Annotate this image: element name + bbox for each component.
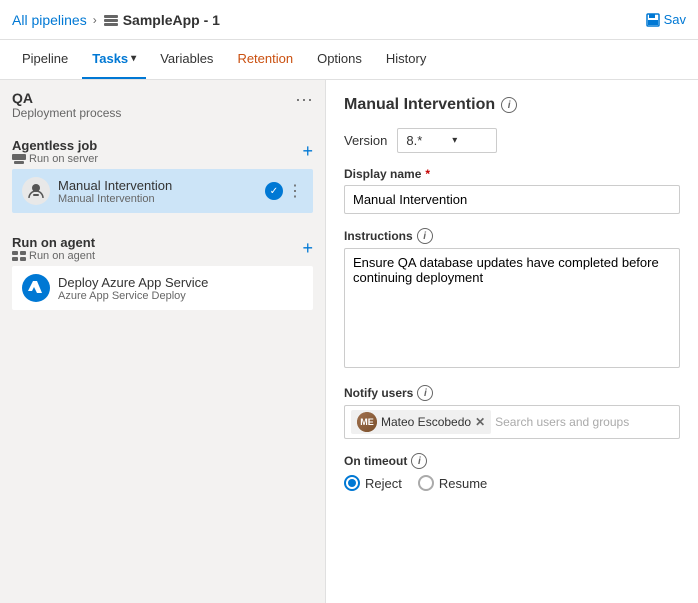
manual-intervention-name: Manual Intervention xyxy=(58,178,257,193)
pipeline-icon xyxy=(103,12,119,28)
on-timeout-field: On timeout i Reject Resume xyxy=(344,453,680,491)
timeout-info-icon[interactable]: i xyxy=(411,453,427,469)
left-panel: QA Deployment process ··· Agentless job … xyxy=(0,80,326,603)
pipeline-title: SampleApp - 1 xyxy=(103,12,220,28)
header: All pipelines › SampleApp - 1 Sav xyxy=(0,0,698,40)
agentless-title: Agentless job xyxy=(12,138,98,153)
task-check-badge: ✓ xyxy=(265,182,283,200)
user-remove-button[interactable]: ✕ xyxy=(475,415,485,429)
agent-icon xyxy=(12,251,26,261)
timeout-options-row: Reject Resume xyxy=(344,475,680,491)
deploy-azure-name: Deploy Azure App Service xyxy=(58,275,303,290)
deploy-azure-info: Deploy Azure App Service Azure App Servi… xyxy=(58,275,303,302)
stage-name: QA xyxy=(12,90,121,106)
manual-intervention-icon-wrap xyxy=(22,177,50,205)
deploy-azure-task[interactable]: Deploy Azure App Service Azure App Servi… xyxy=(12,266,313,310)
tab-pipeline[interactable]: Pipeline xyxy=(12,40,78,79)
breadcrumb-area: All pipelines › SampleApp - 1 xyxy=(12,12,220,28)
save-icon xyxy=(646,13,660,27)
manual-intervention-info: Manual Intervention Manual Intervention xyxy=(58,178,257,205)
stage-menu-button[interactable]: ··· xyxy=(295,90,313,108)
manual-intervention-actions: ✓ ⋮ xyxy=(265,181,303,201)
instructions-label: Instructions i xyxy=(344,228,680,244)
save-button[interactable]: Sav xyxy=(646,12,686,27)
on-timeout-label: On timeout i xyxy=(344,453,680,469)
panel-title: Manual Intervention i xyxy=(344,96,680,114)
required-star: * xyxy=(425,167,430,181)
title-info-icon[interactable]: i xyxy=(501,97,517,113)
resume-radio[interactable]: Resume xyxy=(418,475,487,491)
reject-radio-outer xyxy=(344,475,360,491)
run-on-agent-sub: Run on agent xyxy=(12,250,95,262)
manual-intervention-sub: Manual Intervention xyxy=(58,193,257,205)
agentless-add-button[interactable]: + xyxy=(302,141,313,162)
manual-intervention-task[interactable]: Manual Intervention Manual Intervention … xyxy=(12,169,313,213)
breadcrumb-chevron: › xyxy=(93,13,97,27)
agentless-title-area: Agentless job Run on server xyxy=(12,138,98,165)
user-search-input[interactable]: Search users and groups xyxy=(495,415,629,429)
display-name-field: Display name * xyxy=(344,167,680,214)
display-name-label: Display name * xyxy=(344,167,680,181)
user-avatar-initials: ME xyxy=(357,412,377,432)
version-label: Version xyxy=(344,133,387,148)
all-pipelines-link[interactable]: All pipelines xyxy=(12,12,87,28)
agentless-job-group: Agentless job Run on server + xyxy=(0,130,325,219)
user-name: Mateo Escobedo xyxy=(381,415,471,429)
right-panel: Manual Intervention i Version 8.* ▾ Disp… xyxy=(326,80,698,603)
agentless-sub: Run on server xyxy=(12,153,98,165)
instructions-info-icon[interactable]: i xyxy=(417,228,433,244)
run-on-agent-group: Run on agent Run on agent + xyxy=(0,227,325,316)
stage-header: QA Deployment process ··· xyxy=(0,80,325,130)
tab-tasks[interactable]: Tasks ▾ xyxy=(82,40,146,79)
server-icon xyxy=(12,154,26,164)
notify-users-field: Notify users i ME Mateo Escobedo ✕ Searc… xyxy=(344,385,680,439)
tab-retention[interactable]: Retention xyxy=(227,40,303,79)
reject-label: Reject xyxy=(365,476,402,491)
azure-icon xyxy=(26,278,46,298)
instructions-field: Instructions i Ensure QA database update… xyxy=(344,228,680,371)
azure-icon-wrap xyxy=(22,274,50,302)
reject-radio[interactable]: Reject xyxy=(344,475,402,491)
nav-tabs: Pipeline Tasks ▾ Variables Retention Opt… xyxy=(0,40,698,80)
user-chip: ME Mateo Escobedo ✕ xyxy=(351,410,491,434)
version-chevron: ▾ xyxy=(452,135,457,146)
version-row: Version 8.* ▾ xyxy=(344,128,680,153)
person-icon xyxy=(27,182,45,200)
stage-sub: Deployment process xyxy=(12,106,121,120)
version-select[interactable]: 8.* ▾ xyxy=(397,128,497,153)
resume-label: Resume xyxy=(439,476,487,491)
run-on-agent-header: Run on agent Run on agent + xyxy=(12,235,313,262)
notify-users-label: Notify users i xyxy=(344,385,680,401)
notify-users-row: ME Mateo Escobedo ✕ Search users and gro… xyxy=(344,405,680,439)
tab-variables[interactable]: Variables xyxy=(150,40,223,79)
section-divider xyxy=(0,219,325,227)
run-on-agent-title-area: Run on agent Run on agent xyxy=(12,235,95,262)
deploy-azure-sub: Azure App Service Deploy xyxy=(58,290,303,302)
version-value: 8.* xyxy=(406,133,422,148)
main-layout: QA Deployment process ··· Agentless job … xyxy=(0,80,698,603)
agentless-header: Agentless job Run on server + xyxy=(12,138,313,165)
run-on-agent-add-button[interactable]: + xyxy=(302,238,313,259)
task-dots-menu[interactable]: ⋮ xyxy=(287,181,303,201)
resume-radio-outer xyxy=(418,475,434,491)
reject-radio-inner xyxy=(348,479,356,487)
instructions-textarea[interactable]: Ensure QA database updates have complete… xyxy=(344,248,680,368)
user-avatar: ME xyxy=(357,412,377,432)
tab-history[interactable]: History xyxy=(376,40,436,79)
tab-options[interactable]: Options xyxy=(307,40,372,79)
stage-info: QA Deployment process xyxy=(12,90,121,120)
display-name-input[interactable] xyxy=(344,185,680,214)
notify-info-icon[interactable]: i xyxy=(417,385,433,401)
run-on-agent-title: Run on agent xyxy=(12,235,95,250)
tasks-dropdown-icon[interactable]: ▾ xyxy=(131,53,136,64)
